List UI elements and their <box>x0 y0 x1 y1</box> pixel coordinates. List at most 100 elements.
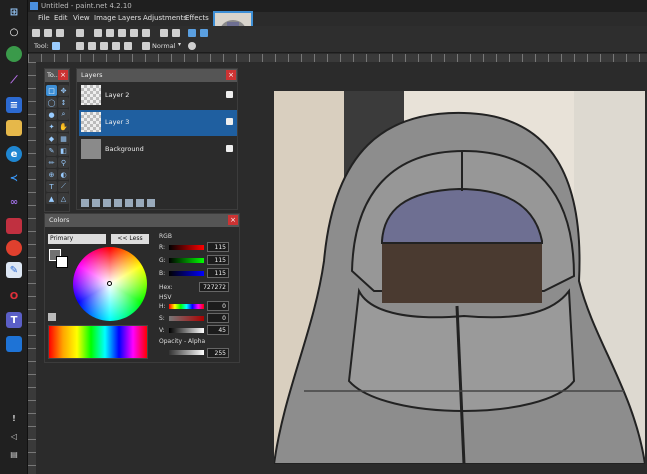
shapes-icon[interactable]: ▲ <box>46 193 57 204</box>
menu-layers[interactable]: Layers <box>118 14 141 22</box>
menu-image[interactable]: Image <box>94 14 116 22</box>
lasso-select-icon[interactable]: ◯ <box>46 97 57 108</box>
value-value-input[interactable]: 45 <box>207 325 229 335</box>
layer-visibility-checkbox[interactable] <box>226 118 233 125</box>
opera-icon[interactable]: O <box>6 288 22 304</box>
layer-item[interactable]: Layer 2 <box>79 83 237 109</box>
windows-start-icon[interactable]: ⊞ <box>6 4 22 20</box>
volume-icon[interactable]: ◁ <box>6 428 22 444</box>
hue-value-input[interactable]: 0 <box>207 301 229 311</box>
palette-menu-icon[interactable] <box>48 313 56 321</box>
ellipse-select-icon[interactable]: ● <box>46 109 57 120</box>
undo-icon[interactable] <box>160 29 168 37</box>
green-value-input[interactable]: 115 <box>207 255 229 265</box>
redo-icon[interactable] <box>172 29 180 37</box>
canvas-image[interactable] <box>274 91 645 464</box>
visual-studio-icon[interactable]: ∞ <box>6 194 22 210</box>
blue-value-input[interactable]: 115 <box>207 268 229 278</box>
opacity-value-input[interactable]: 255 <box>207 348 229 358</box>
red-value-input[interactable]: 115 <box>207 242 229 252</box>
notification-icon[interactable]: ! <box>6 410 22 426</box>
red-slider[interactable] <box>169 245 204 250</box>
selection-mode-union-icon[interactable] <box>88 42 96 50</box>
document-app-icon[interactable]: ≡ <box>6 97 22 113</box>
gradient-icon[interactable]: ▦ <box>58 133 69 144</box>
antialias-icon[interactable] <box>188 42 196 50</box>
green-slider[interactable] <box>169 258 204 263</box>
saturation-slider[interactable] <box>169 316 204 321</box>
blue-slider[interactable] <box>169 271 204 276</box>
pencil-icon[interactable]: ✏ <box>46 157 57 168</box>
open-icon[interactable] <box>44 29 52 37</box>
delete-layer-icon[interactable] <box>92 199 100 207</box>
paint-bucket-icon[interactable]: ◆ <box>46 133 57 144</box>
paintbrush-icon[interactable]: ✎ <box>46 145 57 156</box>
current-tool-icon[interactable] <box>52 42 60 50</box>
new-icon[interactable] <box>32 29 40 37</box>
menu-file[interactable]: File <box>38 14 50 22</box>
opacity-slider[interactable] <box>169 350 204 355</box>
color-picker-icon[interactable]: ⚲ <box>58 157 69 168</box>
blend-mode-select[interactable]: Normal <box>152 42 176 50</box>
layer-properties-icon[interactable] <box>147 199 155 207</box>
text-icon[interactable]: T <box>46 181 57 192</box>
calendar-app-icon[interactable] <box>6 218 22 234</box>
cortana-icon[interactable]: ○ <box>6 24 22 40</box>
blend-mode-icon[interactable] <box>142 42 150 50</box>
vscode-icon[interactable]: ≺ <box>6 170 22 186</box>
secondary-color-swatch[interactable] <box>56 256 68 268</box>
eraser-icon[interactable]: ◧ <box>58 145 69 156</box>
color-mode-select[interactable]: Primary <box>48 234 106 244</box>
paintnet-taskbar-icon[interactable]: ✎ <box>6 262 22 278</box>
clone-stamp-icon[interactable]: ⊕ <box>46 169 57 180</box>
move-layer-down-icon[interactable] <box>136 199 144 207</box>
network-icon[interactable]: ▤ <box>6 446 22 462</box>
close-icon[interactable]: × <box>226 70 236 80</box>
line-curve-icon[interactable]: ⟋ <box>58 181 69 192</box>
hex-value-input[interactable]: 727272 <box>199 282 229 292</box>
hue-slider[interactable] <box>169 304 204 309</box>
value-slider[interactable] <box>169 328 204 333</box>
feather-app-icon[interactable]: ⟋ <box>6 72 22 88</box>
pan-icon[interactable]: ✋ <box>58 121 69 132</box>
colors-panel-header[interactable]: Colors × <box>45 214 239 227</box>
edge-browser-icon[interactable]: e <box>6 146 22 162</box>
selection-mode-replace-icon[interactable] <box>76 42 84 50</box>
selection-mode-intersect-icon[interactable] <box>112 42 120 50</box>
menu-view[interactable]: View <box>73 14 90 22</box>
menu-edit[interactable]: Edit <box>54 14 68 22</box>
close-icon[interactable]: × <box>58 70 68 80</box>
duplicate-layer-icon[interactable] <box>103 199 111 207</box>
folder-icon[interactable] <box>6 120 22 136</box>
layers-panel-header[interactable]: Layers × <box>77 69 237 82</box>
merge-layer-icon[interactable] <box>114 199 122 207</box>
layer-visibility-checkbox[interactable] <box>226 145 233 152</box>
chrome-icon[interactable] <box>6 240 22 256</box>
chevron-down-icon[interactable]: ▾ <box>178 41 181 48</box>
ruler-icon[interactable] <box>200 29 208 37</box>
print-icon[interactable] <box>76 29 84 37</box>
less-button[interactable]: << Less <box>111 234 149 244</box>
magic-wand-icon[interactable]: ✦ <box>46 121 57 132</box>
move-layer-up-icon[interactable] <box>125 199 133 207</box>
layer-item[interactable]: Background <box>79 137 237 163</box>
globe-app-icon[interactable] <box>6 46 22 62</box>
shapes-alt-icon[interactable]: △ <box>58 193 69 204</box>
copy-icon[interactable] <box>106 29 114 37</box>
cut-icon[interactable] <box>94 29 102 37</box>
rectangle-select-icon[interactable]: □ <box>46 85 57 96</box>
save-icon[interactable] <box>56 29 64 37</box>
crop-icon[interactable] <box>130 29 138 37</box>
zoom-icon[interactable]: ⌕ <box>58 109 69 120</box>
deselect-icon[interactable] <box>142 29 150 37</box>
close-icon[interactable]: × <box>228 215 238 225</box>
recolor-icon[interactable]: ◐ <box>58 169 69 180</box>
teams-icon[interactable]: T <box>6 312 22 328</box>
selection-mode-exclude-icon[interactable] <box>100 42 108 50</box>
paste-icon[interactable] <box>118 29 126 37</box>
layer-visibility-checkbox[interactable] <box>226 91 233 98</box>
selection-mode-invert-icon[interactable] <box>124 42 132 50</box>
move-selected-icon[interactable]: ✥ <box>58 85 69 96</box>
move-selection-icon[interactable]: ↕ <box>58 97 69 108</box>
menu-effects[interactable]: Effects <box>185 14 209 22</box>
